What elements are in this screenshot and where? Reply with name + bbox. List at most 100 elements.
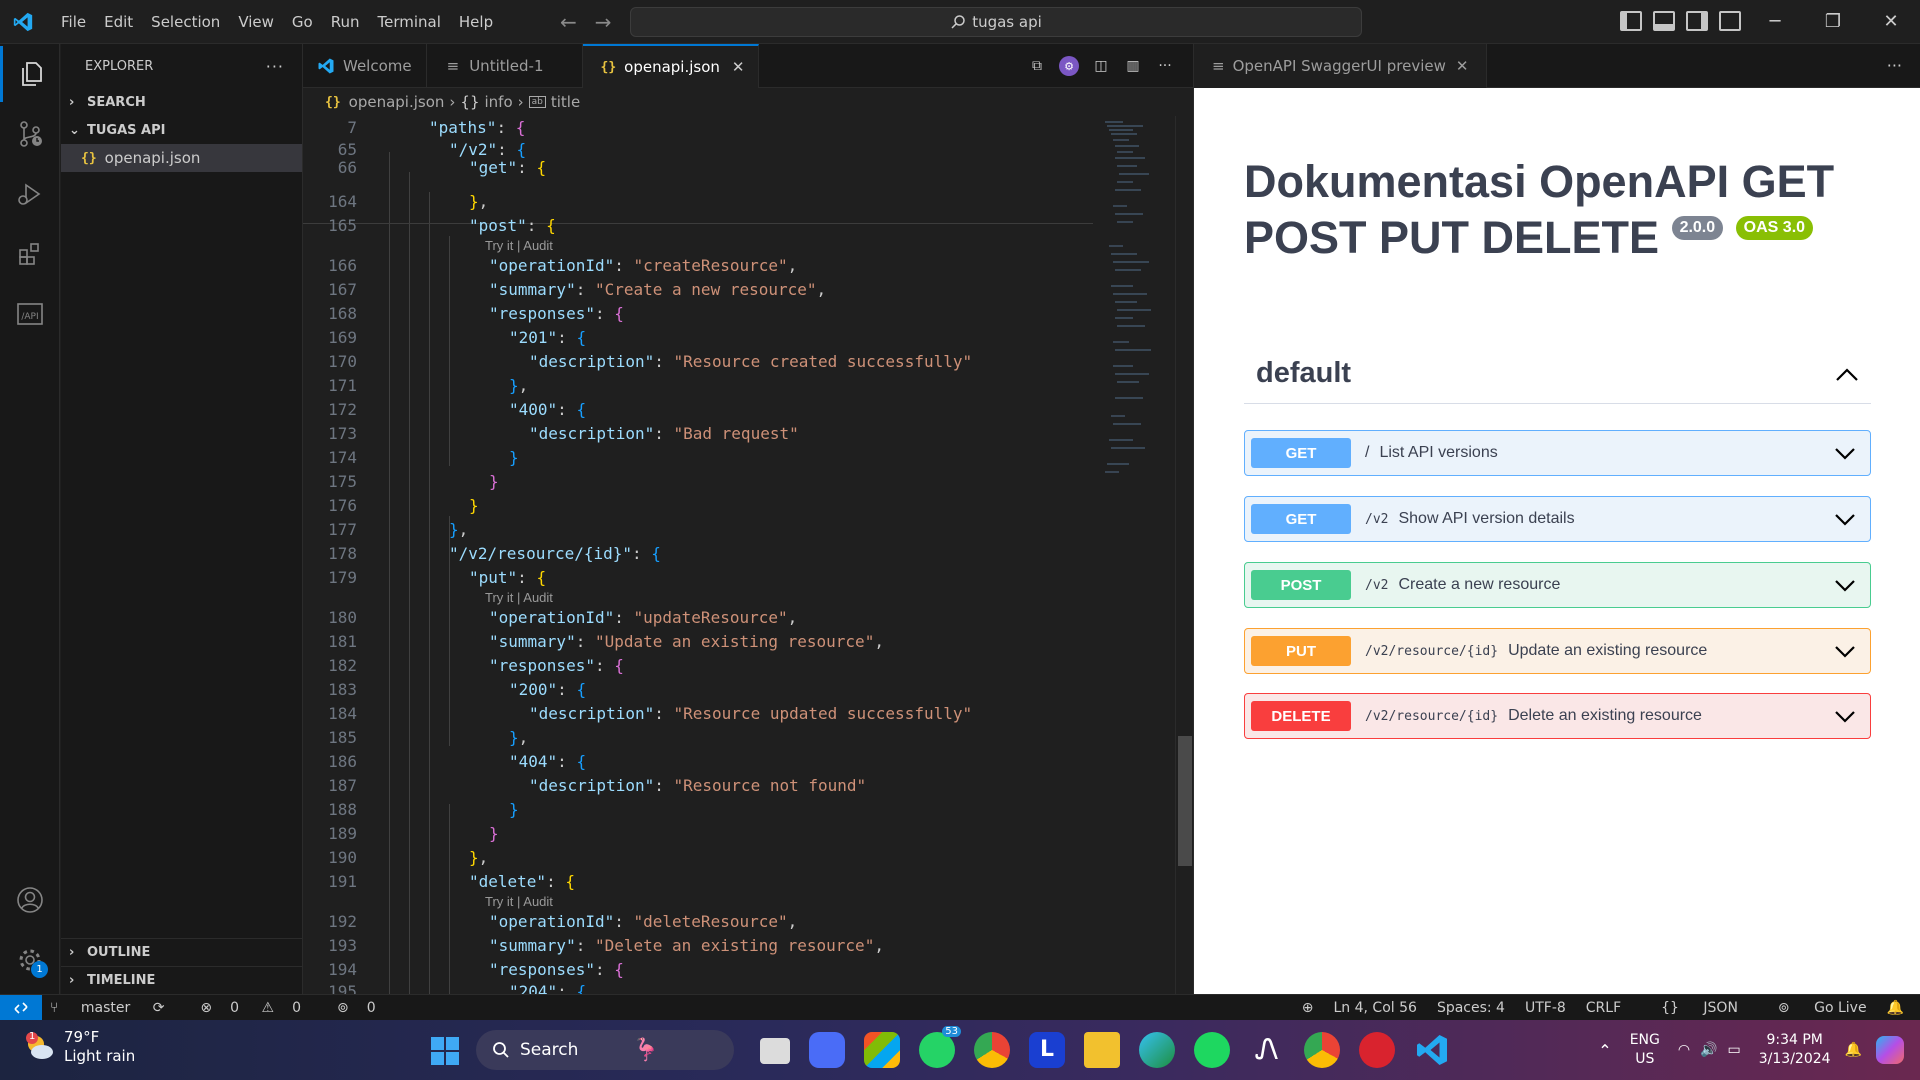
toggle-secondary-sidebar-icon[interactable]: [1686, 11, 1708, 31]
file-openapi-json[interactable]: {} openapi.json: [61, 144, 302, 172]
notification-bell-icon[interactable]: 🔔: [1845, 1042, 1862, 1058]
more-actions-icon[interactable]: ···: [1887, 56, 1902, 75]
indentation[interactable]: Spaces: 4: [1437, 1000, 1505, 1016]
toggle-panel-icon[interactable]: [1653, 11, 1675, 31]
tab-untitled-1[interactable]: ≡ Untitled-1: [427, 44, 583, 88]
chrome-profile-app-icon[interactable]: [1304, 1032, 1340, 1068]
more-actions-icon[interactable]: ···: [1155, 56, 1175, 76]
code-line: "delete": {: [469, 872, 575, 891]
api-activity[interactable]: /API: [0, 286, 60, 342]
menu-file[interactable]: File: [52, 13, 95, 31]
minimize-icon[interactable]: ─: [1746, 0, 1804, 44]
copilot-icon[interactable]: [1876, 1036, 1904, 1064]
taskbar-search[interactable]: Search 🦩: [476, 1030, 734, 1070]
operation-get-root[interactable]: GET / List API versions: [1244, 430, 1871, 476]
code-lens[interactable]: Try it | Audit: [485, 894, 553, 909]
clock[interactable]: 9:34 PM 3/13/2024: [1759, 1031, 1831, 1069]
extensions-activity[interactable]: [0, 226, 60, 282]
zoom-app-icon[interactable]: [809, 1032, 845, 1068]
code-editor[interactable]: 7 "paths": { 65 "/v2": { 66 "get": { 164…: [303, 116, 1093, 994]
volume-icon[interactable]: 🔊: [1700, 1042, 1717, 1058]
code-lens[interactable]: Try it | Audit: [485, 590, 553, 605]
source-control-activity[interactable]: [0, 106, 60, 162]
menu-selection[interactable]: Selection: [142, 13, 229, 31]
tab-swagger-preview[interactable]: ≡ OpenAPI SwaggerUI preview ✕: [1194, 44, 1488, 88]
language-indicator[interactable]: ENG US: [1630, 1031, 1660, 1069]
wifi-icon[interactable]: ◠: [1678, 1042, 1690, 1058]
problems-status[interactable]: ⊗ 0 ⚠ 0: [200, 1000, 319, 1016]
more-actions-icon[interactable]: ···: [266, 57, 284, 76]
menu-edit[interactable]: Edit: [95, 13, 142, 31]
remote-indicator[interactable]: [0, 995, 42, 1021]
menu-go[interactable]: Go: [283, 13, 322, 31]
branch-status[interactable]: ⑂ master ⟳: [50, 1000, 182, 1016]
whatsapp-app-icon[interactable]: 53: [919, 1026, 961, 1068]
operation-post-v2[interactable]: POST /v2 Create a new resource: [1244, 562, 1871, 608]
battery-icon[interactable]: ▭: [1728, 1042, 1741, 1058]
file-explorer-app-icon[interactable]: [760, 1038, 790, 1064]
spotify-app-icon[interactable]: [1194, 1032, 1230, 1068]
close-tab-icon[interactable]: ✕: [1456, 57, 1469, 75]
tab-openapi-json[interactable]: {} openapi.json ✕: [582, 44, 760, 88]
microsoft-store-app-icon[interactable]: [864, 1032, 900, 1068]
language-mode[interactable]: {} JSON: [1641, 1000, 1738, 1016]
close-tab-icon[interactable]: ✕: [732, 58, 745, 76]
folder-app-icon[interactable]: [1084, 1032, 1120, 1068]
manage-activity[interactable]: 1: [0, 932, 60, 988]
breadcrumb-title[interactable]: title: [551, 93, 580, 111]
notifications-bell-icon[interactable]: 🔔: [1887, 1000, 1904, 1016]
encoding[interactable]: UTF-8: [1525, 1000, 1566, 1016]
cursor-position[interactable]: Ln 4, Col 56: [1334, 1000, 1417, 1016]
vscode-app-icon[interactable]: [1414, 1032, 1450, 1068]
back-arrow-icon[interactable]: ←: [560, 10, 577, 34]
start-button[interactable]: [430, 1036, 460, 1070]
red-app-icon[interactable]: [1359, 1032, 1395, 1068]
line-ending[interactable]: CRLF: [1586, 1000, 1621, 1016]
menu-run[interactable]: Run: [322, 13, 369, 31]
outline-section[interactable]: › OUTLINE: [61, 938, 302, 966]
breadcrumb-separator: ›: [449, 93, 456, 111]
chevron-up-icon[interactable]: [1835, 366, 1859, 382]
menu-view[interactable]: View: [229, 13, 283, 31]
swagger-extension-icon[interactable]: ⚙: [1059, 56, 1079, 76]
tag-default[interactable]: default: [1244, 344, 1871, 404]
close-window-icon[interactable]: ✕: [1862, 0, 1920, 44]
operation-get-v2[interactable]: GET /v2 Show API version details: [1244, 496, 1871, 542]
operation-put-resource[interactable]: PUT /v2/resource/{id} Update an existing…: [1244, 628, 1871, 674]
tab-welcome[interactable]: Welcome: [303, 44, 427, 88]
edge-app-icon[interactable]: [1139, 1032, 1175, 1068]
breadcrumb-info[interactable]: info: [485, 93, 513, 111]
zoom-icon[interactable]: ⊕: [1302, 1000, 1314, 1016]
search-section[interactable]: › SEARCH: [61, 88, 302, 116]
menu-help[interactable]: Help: [450, 13, 502, 31]
open-preview-side-icon[interactable]: ◫: [1091, 56, 1111, 76]
chrome-app-icon[interactable]: [974, 1032, 1010, 1068]
code-lens[interactable]: Try it | Audit: [485, 238, 553, 253]
split-editor-icon[interactable]: ▥: [1123, 56, 1143, 76]
code-line: "/v2/resource/{id}": {: [449, 544, 661, 563]
customize-layout-icon[interactable]: [1719, 11, 1741, 31]
chevron-up-icon[interactable]: ⌃: [1598, 1041, 1611, 1060]
ports-status[interactable]: ⊚ 0: [337, 1000, 394, 1016]
minimap[interactable]: [1093, 116, 1173, 994]
folder-section[interactable]: ⌄ TUGAS API: [61, 116, 302, 144]
go-live-button[interactable]: ⊚ Go Live: [1758, 1000, 1867, 1016]
weather-widget[interactable]: 1 79°F Light rain: [22, 1028, 135, 1066]
method-badge: GET: [1251, 504, 1351, 534]
run-debug-activity[interactable]: [0, 166, 60, 222]
timeline-section[interactable]: › TIMELINE: [61, 966, 302, 994]
accounts-activity[interactable]: [0, 872, 60, 928]
menu-terminal[interactable]: Terminal: [369, 13, 450, 31]
toggle-primary-sidebar-icon[interactable]: [1620, 11, 1642, 31]
operation-delete-resource[interactable]: DELETE /v2/resource/{id} Delete an exist…: [1244, 693, 1871, 739]
command-center[interactable]: tugas api: [630, 7, 1362, 37]
explorer-activity[interactable]: [0, 46, 60, 102]
breadcrumb-file[interactable]: openapi.json: [349, 93, 445, 111]
editor-scrollbar[interactable]: [1175, 116, 1193, 994]
open-preview-icon[interactable]: ⧉: [1027, 56, 1047, 76]
restore-icon[interactable]: ❐: [1804, 0, 1862, 44]
l-app-icon[interactable]: L: [1029, 1032, 1065, 1068]
scrollbar-thumb[interactable]: [1178, 736, 1192, 866]
forward-arrow-icon[interactable]: →: [595, 10, 612, 34]
notion-like-app-icon[interactable]: Ꮑ: [1249, 1032, 1285, 1068]
